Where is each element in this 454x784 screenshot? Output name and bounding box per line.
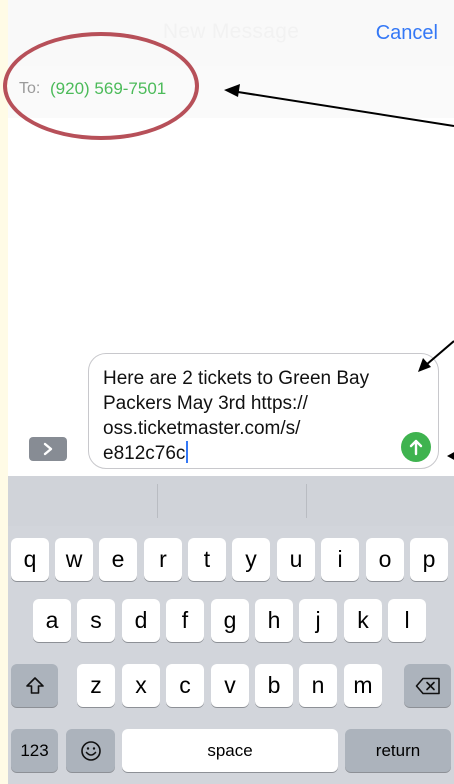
arrow-up-icon <box>409 439 423 456</box>
message-text-line-last: e812c76c <box>103 441 393 466</box>
key-a[interactable]: a <box>33 599 71 642</box>
predictive-divider <box>157 484 158 518</box>
shift-key[interactable] <box>11 664 58 707</box>
key-k[interactable]: k <box>344 599 382 642</box>
chevron-right-icon <box>43 442 53 456</box>
key-t[interactable]: t <box>188 538 226 581</box>
message-text-line: Packers May 3rd https:// <box>103 393 308 414</box>
key-x[interactable]: x <box>122 664 160 707</box>
key-u[interactable]: u <box>277 538 315 581</box>
text-caret <box>186 441 189 463</box>
keyboard: q w e r t y u i o p a s d f g h j k l z … <box>8 476 454 784</box>
message-text-fragment: e812c76c <box>103 443 186 464</box>
send-button[interactable] <box>401 432 431 462</box>
message-text-line: Here are 2 tickets to Green Bay <box>103 368 370 389</box>
key-i[interactable]: i <box>321 538 359 581</box>
key-v[interactable]: v <box>211 664 249 707</box>
apps-expand-button[interactable] <box>29 437 67 461</box>
numbers-key[interactable]: 123 <box>11 729 58 772</box>
message-text[interactable]: Here are 2 tickets to Green Bay Packers … <box>103 366 393 466</box>
key-q[interactable]: q <box>11 538 49 581</box>
key-s[interactable]: s <box>77 599 115 642</box>
key-d[interactable]: d <box>122 599 160 642</box>
delete-key[interactable] <box>404 664 451 707</box>
message-compose-field[interactable]: Here are 2 tickets to Green Bay Packers … <box>88 353 439 469</box>
key-f[interactable]: f <box>166 599 204 642</box>
key-w[interactable]: w <box>55 538 93 581</box>
key-e[interactable]: e <box>99 538 137 581</box>
key-y[interactable]: y <box>232 538 270 581</box>
key-n[interactable]: n <box>299 664 337 707</box>
key-j[interactable]: j <box>299 599 337 642</box>
key-b[interactable]: b <box>255 664 293 707</box>
space-key[interactable]: space <box>122 729 338 772</box>
key-r[interactable]: r <box>144 538 182 581</box>
predictive-divider <box>306 484 307 518</box>
shift-icon <box>25 676 44 694</box>
key-p[interactable]: p <box>410 538 448 581</box>
key-l[interactable]: l <box>388 599 426 642</box>
predictive-text-bar[interactable] <box>8 476 454 526</box>
return-key[interactable]: return <box>345 729 451 772</box>
key-h[interactable]: h <box>255 599 293 642</box>
message-thread-area <box>8 118 454 348</box>
annotation-circle <box>3 32 199 140</box>
emoji-key[interactable] <box>66 729 115 772</box>
emoji-icon <box>80 740 101 761</box>
key-m[interactable]: m <box>344 664 382 707</box>
key-z[interactable]: z <box>77 664 115 707</box>
key-g[interactable]: g <box>211 599 249 642</box>
cancel-button[interactable]: Cancel <box>376 22 438 45</box>
backspace-icon <box>415 677 440 694</box>
key-c[interactable]: c <box>166 664 204 707</box>
key-o[interactable]: o <box>366 538 404 581</box>
message-text-line: oss.ticketmaster.com/s/ <box>103 418 301 439</box>
